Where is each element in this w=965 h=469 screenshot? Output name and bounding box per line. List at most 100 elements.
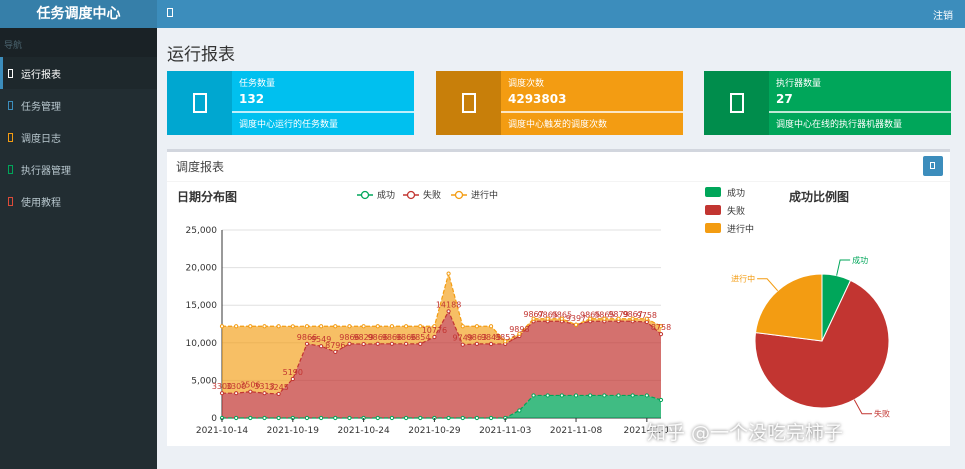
data-point	[276, 324, 281, 329]
sidebar-item-report[interactable]: 运行报表	[0, 57, 157, 89]
data-point	[517, 408, 522, 413]
data-point	[658, 397, 664, 403]
sidebar-item-executors[interactable]: 执行器管理	[0, 153, 157, 185]
report-panel: 调度报表 日期分布图 成功 失败 进行中 0 5,000 10,000 15,000 20,00…	[167, 149, 950, 446]
data-point	[375, 324, 380, 329]
data-point	[658, 331, 664, 337]
pie-legend-label: 失败	[727, 205, 745, 217]
data-point	[545, 393, 550, 398]
data-point	[460, 324, 465, 329]
pie-legend-swatch	[705, 205, 721, 215]
sidebar: 任务调度中心 导航 运行报表 任务管理 调度日志 执行器管理 使用教程	[0, 0, 157, 469]
info-box-value: 27	[776, 92, 793, 106]
data-point	[319, 344, 324, 349]
nav-list: 运行报表 任务管理 调度日志 执行器管理 使用教程	[0, 57, 157, 217]
x-tick-label: 2021-11-08	[550, 426, 603, 436]
data-label: 14188	[436, 300, 461, 309]
data-point	[432, 334, 437, 340]
page-title: 运行报表	[167, 45, 235, 65]
data-point	[446, 415, 451, 421]
sidebar-item-label: 执行器管理	[21, 165, 71, 177]
data-point	[588, 393, 593, 398]
sidebar-item-label: 调度日志	[21, 133, 61, 145]
data-point	[375, 341, 380, 346]
sidebar-toggle-icon[interactable]	[167, 8, 173, 17]
data-point	[276, 391, 281, 397]
data-point	[644, 319, 649, 325]
sidebar-item-label: 运行报表	[21, 69, 61, 81]
jobs-icon	[8, 100, 13, 110]
data-point	[488, 324, 494, 329]
pie-legend-label: 成功	[727, 187, 745, 199]
legend-label: 进行中	[471, 189, 498, 201]
data-point	[630, 393, 635, 398]
x-tick-label: 2021-10-24	[337, 426, 390, 436]
logout-link[interactable]: 注销	[933, 7, 953, 22]
y-tick-label: 20,000	[186, 264, 218, 274]
pie-label: 失败	[874, 409, 890, 419]
sidebar-item-tutorial[interactable]: 使用教程	[0, 185, 157, 217]
data-point	[418, 415, 423, 421]
pie-label: 进行中	[731, 274, 755, 284]
data-point	[446, 271, 451, 276]
data-point	[460, 415, 465, 421]
data-point	[403, 324, 409, 329]
pie-label-line	[853, 399, 872, 415]
app-logo[interactable]: 任务调度中心	[0, 0, 157, 28]
nav-header: 导航	[0, 28, 157, 57]
data-point	[304, 341, 310, 346]
sidebar-item-logs[interactable]: 调度日志	[0, 121, 157, 153]
sidebar-item-jobs[interactable]: 任务管理	[0, 89, 157, 121]
data-point	[290, 376, 295, 382]
info-box-desc: 调度中心运行的任务数量	[239, 120, 339, 130]
topbar: 注销	[157, 0, 965, 28]
logs-icon	[8, 132, 13, 142]
data-point	[347, 415, 352, 421]
report-icon	[8, 68, 13, 78]
data-point	[446, 309, 451, 314]
data-label: 9758	[637, 311, 657, 320]
progress-bar	[769, 111, 951, 113]
pie-legend-label: 进行中	[727, 223, 754, 235]
data-point	[375, 415, 380, 421]
info-box-label: 调度次数	[508, 79, 545, 89]
data-point	[474, 415, 480, 421]
data-point	[474, 324, 480, 329]
data-point	[248, 415, 253, 421]
info-box-jobs: 任务数量 132 调度中心运行的任务数量	[167, 71, 414, 135]
data-point	[488, 341, 494, 347]
data-point	[347, 341, 352, 346]
data-point	[304, 415, 310, 421]
chart-title: 日期分布图	[177, 189, 237, 204]
data-label: 9898	[509, 325, 529, 334]
pie-slice	[754, 273, 823, 342]
data-label: 8758	[651, 323, 671, 332]
data-point	[616, 393, 621, 398]
data-point	[262, 391, 267, 396]
tutorial-icon	[8, 196, 13, 206]
data-point	[389, 324, 395, 329]
data-point	[644, 393, 649, 398]
data-point	[262, 415, 267, 421]
data-point	[262, 324, 267, 329]
data-point	[248, 389, 253, 394]
data-point	[403, 415, 409, 421]
charts-canvas: 日期分布图 成功 失败 进行中05,00010,00015,00020,00025,0…	[177, 187, 890, 436]
legend-label: 失败	[423, 189, 441, 201]
file-icon	[704, 71, 769, 135]
data-point	[248, 324, 253, 329]
progress-bar	[501, 111, 683, 113]
info-box-value: 4293803	[508, 92, 567, 106]
info-box-triggers: 调度次数 4293803 调度中心触发的调度次数	[436, 71, 683, 135]
info-box-label: 任务数量	[239, 79, 276, 89]
sidebar-item-label: 使用教程	[21, 197, 61, 209]
watermark-text: 知乎 @一个没吃完柿子	[647, 422, 844, 444]
pie-label-line	[757, 278, 779, 292]
data-point	[474, 341, 480, 346]
pie-title: 成功比例图	[789, 189, 849, 204]
data-point	[347, 324, 352, 329]
info-box-desc: 调度中心触发的调度次数	[508, 120, 608, 130]
x-tick-label: 2021-10-29	[408, 426, 461, 436]
data-point	[389, 415, 395, 421]
data-point	[361, 341, 366, 347]
